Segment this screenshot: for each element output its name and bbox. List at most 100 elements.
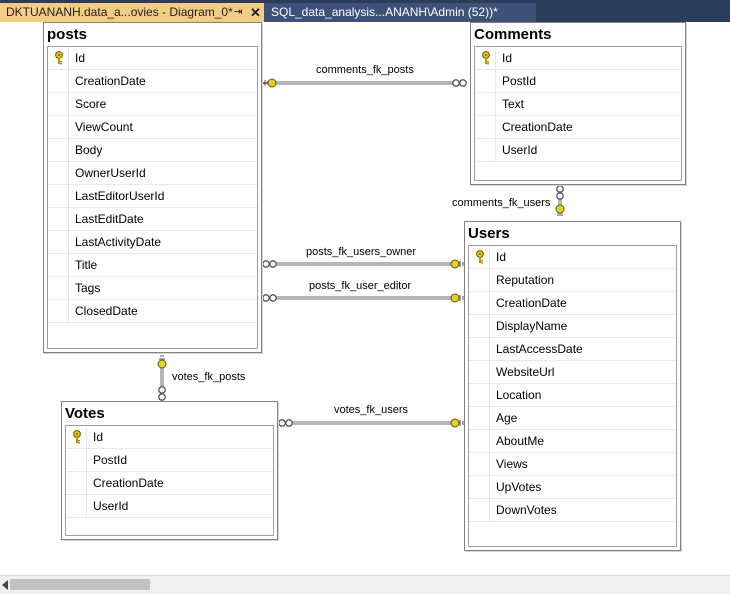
- row-selector[interactable]: [469, 292, 490, 314]
- column-row[interactable]: Location: [469, 384, 676, 407]
- column-row[interactable]: AboutMe: [469, 430, 676, 453]
- scroll-left-icon[interactable]: [2, 580, 8, 590]
- row-selector[interactable]: [48, 70, 69, 92]
- column-row[interactable]: Tags: [48, 277, 257, 300]
- column-row[interactable]: DownVotes: [469, 499, 676, 522]
- row-selector[interactable]: [475, 116, 496, 138]
- rel-label-comments-fk-posts[interactable]: comments_fk_posts: [316, 64, 414, 77]
- row-selector[interactable]: [475, 70, 496, 92]
- rel-label-votes-fk-posts[interactable]: votes_fk_posts: [172, 371, 245, 384]
- table-posts[interactable]: posts Id CreationDate Score ViewCount Body Ow…: [43, 22, 262, 353]
- column-name: CreationDate: [502, 120, 573, 134]
- row-selector[interactable]: [48, 208, 69, 230]
- row-selector[interactable]: [469, 315, 490, 337]
- row-selector[interactable]: [48, 139, 69, 161]
- row-selector[interactable]: [48, 300, 69, 322]
- column-row[interactable]: UpVotes: [469, 476, 676, 499]
- column-row[interactable]: UserId: [66, 495, 273, 518]
- column-name: Id: [75, 51, 86, 65]
- column-name: Reputation: [496, 273, 555, 287]
- column-list: Id PostId Text CreationDate UserId: [474, 46, 682, 181]
- column-name: PostId: [93, 453, 128, 467]
- column-row[interactable]: Reputation: [469, 269, 676, 292]
- rel-label-posts-fk-users-owner[interactable]: posts_fk_users_owner: [306, 246, 416, 259]
- column-row[interactable]: WebsiteUrl: [469, 361, 676, 384]
- row-selector[interactable]: [48, 162, 69, 184]
- column-row[interactable]: LastEditorUserId: [48, 185, 257, 208]
- column-row[interactable]: PostId: [475, 70, 681, 93]
- scrollbar-thumb[interactable]: [10, 579, 150, 590]
- column-row[interactable]: Id: [48, 47, 257, 70]
- key-icon: [450, 418, 464, 428]
- column-name: LastEditorUserId: [75, 189, 165, 203]
- column-row[interactable]: LastActivityDate: [48, 231, 257, 254]
- row-selector[interactable]: [48, 185, 69, 207]
- row-selector[interactable]: [469, 361, 490, 383]
- row-selector[interactable]: [66, 449, 87, 471]
- key-icon: [450, 293, 464, 303]
- row-selector[interactable]: [66, 495, 87, 517]
- row-selector[interactable]: [469, 269, 490, 291]
- column-row[interactable]: Body: [48, 139, 257, 162]
- row-selector[interactable]: [48, 47, 69, 69]
- column-name: ViewCount: [75, 120, 133, 134]
- horizontal-scrollbar[interactable]: [0, 575, 730, 594]
- column-row[interactable]: LastEditDate: [48, 208, 257, 231]
- column-name: DisplayName: [496, 319, 568, 333]
- column-name: PostId: [502, 74, 537, 88]
- row-selector[interactable]: [469, 499, 490, 521]
- column-row[interactable]: UserId: [475, 139, 681, 162]
- rel-label-posts-fk-user-editor[interactable]: posts_fk_user_editor: [309, 280, 411, 293]
- column-row[interactable]: Text: [475, 93, 681, 116]
- row-selector[interactable]: [48, 93, 69, 115]
- column-row[interactable]: LastAccessDate: [469, 338, 676, 361]
- column-row[interactable]: CreationDate: [469, 292, 676, 315]
- row-selector[interactable]: [48, 277, 69, 299]
- column-name: Score: [75, 97, 107, 111]
- column-row[interactable]: PostId: [66, 449, 273, 472]
- column-row[interactable]: Age: [469, 407, 676, 430]
- column-row[interactable]: CreationDate: [66, 472, 273, 495]
- table-comments[interactable]: Comments Id PostId Text CreationDate UserId: [470, 22, 686, 185]
- rel-label-comments-fk-users[interactable]: comments_fk_users: [452, 197, 550, 210]
- column-name: Title: [75, 258, 98, 272]
- column-row[interactable]: Id: [475, 47, 681, 70]
- column-row[interactable]: CreationDate: [475, 116, 681, 139]
- column-row[interactable]: Id: [469, 246, 676, 269]
- column-row[interactable]: Id: [66, 426, 273, 449]
- column-row[interactable]: Views: [469, 453, 676, 476]
- column-name: UserId: [93, 499, 129, 513]
- key-icon: [262, 78, 277, 88]
- row-selector[interactable]: [475, 47, 496, 69]
- column-name: CreationDate: [93, 476, 164, 490]
- row-selector[interactable]: [469, 407, 490, 429]
- column-name: CreationDate: [75, 74, 146, 88]
- column-row[interactable]: CreationDate: [48, 70, 257, 93]
- column-name: Age: [496, 411, 518, 425]
- table-users[interactable]: Users Id Reputation CreationDate DisplayNam…: [464, 221, 681, 551]
- column-name: UserId: [502, 143, 538, 157]
- row-selector[interactable]: [66, 426, 87, 448]
- column-row[interactable]: DisplayName: [469, 315, 676, 338]
- column-row[interactable]: OwnerUserId: [48, 162, 257, 185]
- column-row[interactable]: Score: [48, 93, 257, 116]
- column-name: ClosedDate: [75, 304, 138, 318]
- row-selector[interactable]: [66, 472, 87, 494]
- row-selector[interactable]: [48, 254, 69, 276]
- row-selector[interactable]: [469, 430, 490, 452]
- column-row[interactable]: ClosedDate: [48, 300, 257, 323]
- row-selector[interactable]: [469, 384, 490, 406]
- row-selector[interactable]: [469, 453, 490, 475]
- row-selector[interactable]: [48, 116, 69, 138]
- row-selector[interactable]: [475, 139, 496, 161]
- row-selector[interactable]: [469, 246, 490, 268]
- column-row[interactable]: Title: [48, 254, 257, 277]
- column-row[interactable]: ViewCount: [48, 116, 257, 139]
- row-selector[interactable]: [469, 338, 490, 360]
- table-votes[interactable]: Votes Id PostId CreationDate UserId: [61, 401, 278, 540]
- row-selector[interactable]: [475, 93, 496, 115]
- row-selector[interactable]: [469, 476, 490, 498]
- rel-label-votes-fk-users[interactable]: votes_fk_users: [334, 404, 408, 417]
- infinity-icon: [278, 419, 293, 427]
- row-selector[interactable]: [48, 231, 69, 253]
